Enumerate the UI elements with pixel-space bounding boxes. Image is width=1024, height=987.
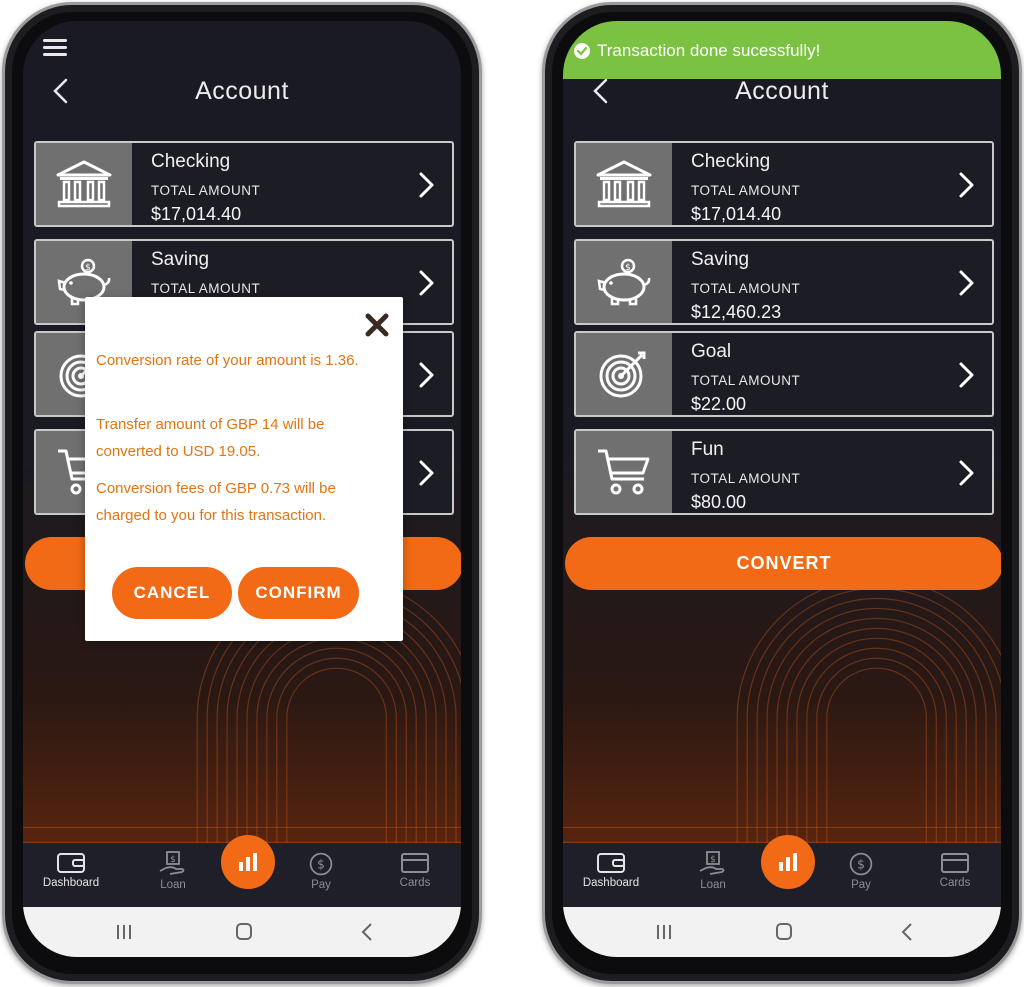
- close-icon[interactable]: [363, 311, 391, 339]
- account-card-goal[interactable]: Goal TOTAL AMOUNT $22.00: [574, 331, 994, 417]
- bank-icon: [594, 159, 654, 209]
- loan-icon: [158, 851, 188, 877]
- confirm-button[interactable]: CONFIRM: [238, 567, 359, 619]
- card-icon: [940, 851, 970, 875]
- success-toast: Transaction done sucessfully!: [563, 21, 1001, 79]
- dollar-coin-icon: [306, 851, 336, 877]
- nav-dashboard[interactable]: Dashboard: [31, 851, 111, 889]
- chevron-right-icon[interactable]: [418, 171, 436, 199]
- bottom-nav: Dashboard Loan Pay Cards: [563, 835, 1001, 907]
- home-icon[interactable]: [229, 920, 259, 944]
- loan-icon: [698, 851, 728, 877]
- account-amount: $80.00: [691, 492, 747, 512]
- amount-label: TOTAL AMOUNT: [691, 373, 801, 388]
- account-name: Fun: [691, 439, 724, 460]
- nav-stats-button[interactable]: [221, 835, 275, 889]
- wallet-icon: [56, 851, 86, 875]
- account-card-fun[interactable]: Fun TOTAL AMOUNT $80.00: [574, 429, 994, 515]
- recent-apps-icon[interactable]: [649, 920, 679, 944]
- account-amount: $12,460.23: [691, 302, 782, 322]
- chevron-right-icon[interactable]: [418, 361, 436, 389]
- system-nav-bar: [23, 907, 461, 957]
- card-icon: [400, 851, 430, 875]
- check-circle-icon: [574, 43, 590, 59]
- recent-apps-icon[interactable]: [109, 920, 139, 944]
- chevron-right-icon[interactable]: [418, 269, 436, 297]
- system-nav-bar: [563, 907, 1001, 957]
- chevron-right-icon[interactable]: [958, 361, 976, 389]
- home-icon[interactable]: [769, 920, 799, 944]
- target-icon: [594, 349, 654, 399]
- amount-label: TOTAL AMOUNT: [151, 183, 261, 198]
- account-name: Goal: [691, 341, 732, 362]
- page-title: Account: [735, 77, 829, 105]
- nav-stats-button[interactable]: [761, 835, 815, 889]
- nav-pay[interactable]: Pay: [281, 851, 361, 891]
- piggy-bank-icon: [594, 257, 654, 307]
- account-card-checking[interactable]: Checking TOTAL AMOUNT $17,014.40: [34, 141, 454, 227]
- system-back-icon[interactable]: [353, 920, 383, 944]
- account-card-checking[interactable]: Checking TOTAL AMOUNT $17,014.40: [574, 141, 994, 227]
- account-card-saving[interactable]: Saving TOTAL AMOUNT $12,460.23: [574, 239, 994, 325]
- amount-label: TOTAL AMOUNT: [691, 471, 801, 486]
- chevron-right-icon[interactable]: [958, 459, 976, 487]
- amount-label: TOTAL AMOUNT: [151, 281, 261, 296]
- amount-label: TOTAL AMOUNT: [691, 281, 801, 296]
- cart-icon: [594, 447, 654, 497]
- cancel-button[interactable]: CANCEL: [112, 567, 232, 619]
- conversion-fees-text: Conversion fees of GBP 0.73 will be char…: [96, 480, 336, 524]
- bar-chart-icon: [776, 850, 800, 874]
- conversion-dialog: Conversion rate of your amount is 1.36. …: [85, 297, 403, 641]
- account-name: Saving: [691, 249, 750, 270]
- system-back-icon[interactable]: [893, 920, 923, 944]
- conversion-rate-text: Conversion rate of your amount is 1.36.: [96, 352, 359, 369]
- nav-cards[interactable]: Cards: [375, 851, 455, 889]
- chevron-right-icon[interactable]: [958, 269, 976, 297]
- transfer-amount-text: Transfer amount of GBP 14 will be conver…: [96, 416, 325, 460]
- nav-loan[interactable]: Loan: [133, 851, 213, 891]
- account-name: Checking: [151, 151, 231, 172]
- nav-pay[interactable]: Pay: [821, 851, 901, 891]
- phone-left: Account Checking TOTAL AMOUNT $17,014.40…: [2, 2, 482, 984]
- wallet-icon: [596, 851, 626, 875]
- chevron-right-icon[interactable]: [958, 171, 976, 199]
- dollar-coin-icon: [846, 851, 876, 877]
- account-amount: $17,014.40: [151, 204, 242, 224]
- bank-icon: [54, 159, 114, 209]
- amount-label: TOTAL AMOUNT: [691, 183, 801, 198]
- bar-chart-icon: [236, 850, 260, 874]
- nav-loan[interactable]: Loan: [673, 851, 753, 891]
- account-amount: $17,014.40: [691, 204, 782, 224]
- screen-right: Transaction done sucessfully! Account Ch…: [563, 21, 1001, 957]
- chevron-right-icon[interactable]: [418, 459, 436, 487]
- bottom-nav: Dashboard Loan Pay Cards: [23, 835, 461, 907]
- toast-message: Transaction done sucessfully!: [597, 41, 821, 60]
- account-amount: $22.00: [691, 394, 747, 414]
- account-name: Checking: [691, 151, 771, 172]
- menu-icon[interactable]: [43, 39, 67, 59]
- page-title: Account: [195, 77, 289, 105]
- nav-dashboard[interactable]: Dashboard: [571, 851, 651, 889]
- nav-cards[interactable]: Cards: [915, 851, 995, 889]
- account-name: Saving: [151, 249, 210, 270]
- convert-button[interactable]: CONVERT: [565, 537, 1001, 590]
- phone-right: Transaction done sucessfully! Account Ch…: [542, 2, 1022, 984]
